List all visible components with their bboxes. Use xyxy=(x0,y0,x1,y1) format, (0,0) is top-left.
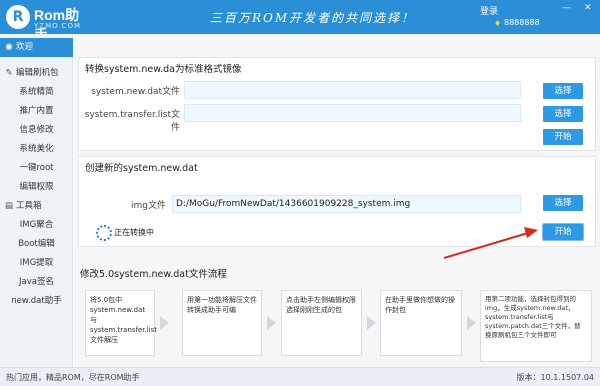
sidebar-item-info-edit[interactable]: 信息修改 xyxy=(0,121,73,140)
select-transfer-list-button[interactable]: 选择 xyxy=(543,106,583,122)
sidebar-group-edit-package[interactable]: ✎ 编辑刷机包 xyxy=(0,64,73,83)
sidebar-group-toolbox[interactable]: ▤ 工具箱 xyxy=(0,197,73,216)
footer-tagline: 热门应用，精品ROM，尽在ROM助手 xyxy=(6,373,140,382)
logo-badge: R xyxy=(6,5,30,29)
transfer-list-input[interactable] xyxy=(184,104,521,122)
convert-start-button[interactable]: 开始 xyxy=(543,129,583,145)
flow-step-1: 将5.0包中system.new.dat与system.transfer.lis… xyxy=(85,290,157,356)
sidebar-item-label: 欢迎 xyxy=(16,42,34,52)
flow-step-3: 点击助手左侧编辑权限选择刚刚生成的包 xyxy=(281,290,362,356)
img-file-label: img文件 xyxy=(131,201,166,211)
flow-title: 修改5.0system.new.dat文件流程 xyxy=(80,269,227,280)
sidebar-item-system-slim[interactable]: 系统精简 xyxy=(0,83,73,102)
flow-step-2: 用第一功能将解压文件转换成助手可编 xyxy=(182,290,262,356)
sidebar-item-welcome[interactable]: ◉ 欢迎 xyxy=(0,38,73,57)
user-id: 8888888 xyxy=(504,18,540,27)
logo-url: YZMO.COM xyxy=(34,22,81,30)
create-panel-title: 创建新的system.new.dat xyxy=(85,163,198,174)
sidebar-item-one-click-root[interactable]: 一键root xyxy=(0,159,73,178)
transfer-list-label: system.transfer.list文件 xyxy=(84,110,180,133)
sidebar-group-label: 编辑刷机包 xyxy=(16,68,59,78)
img-file-input[interactable]: D:/MoGu/FromNewDat/1436601909228_system.… xyxy=(172,195,521,213)
sidebar-item-system-beautify[interactable]: 系统美化 xyxy=(0,140,73,159)
sidebar-item-newdat-helper[interactable]: new.dat助手 xyxy=(0,292,73,311)
vip-icon: ♦ xyxy=(494,19,502,28)
select-img-button[interactable]: 选择 xyxy=(543,195,583,211)
version-label: 版本：10.1.1507.04 xyxy=(516,373,594,382)
sidebar-item-boot-edit[interactable]: Boot编辑 xyxy=(0,235,73,254)
flow-arrow-icon xyxy=(367,316,376,330)
window-controls: — ✕ xyxy=(560,3,598,15)
flow-arrow-icon xyxy=(160,316,169,330)
select-newdat-button[interactable]: 选择 xyxy=(543,83,583,99)
flow-step-5: 用第二项功能，选择封包得到的img，生成system.new.dat，syste… xyxy=(480,290,592,362)
flow-arrow-icon xyxy=(467,316,476,330)
sidebar-group-label: 工具箱 xyxy=(16,201,42,211)
converting-text: 正在转换中 xyxy=(114,228,154,237)
pen-icon: ✎ xyxy=(5,68,13,78)
converting-status: 正在转换中 xyxy=(96,225,166,241)
title-bar: R Rom助手 YZMO.COM 三百万ROM开发者的共同选择！ 登录 ♦ 88… xyxy=(0,0,600,43)
close-icon[interactable]: ✕ xyxy=(584,3,592,13)
sidebar-item-img-extract[interactable]: IMG提取 xyxy=(0,254,73,273)
sidebar-item-edit-permissions[interactable]: 编辑权限 xyxy=(0,178,73,197)
loading-spinner-icon xyxy=(96,225,112,241)
login-link[interactable]: 登录 xyxy=(480,4,498,17)
flow-step-4: 在助手里做你想做的操作封包 xyxy=(380,290,462,356)
newdat-file-input[interactable] xyxy=(184,81,521,99)
minimize-icon[interactable]: — xyxy=(562,3,571,13)
globe-icon: ◉ xyxy=(5,42,13,52)
sidebar-item-java-sign[interactable]: Java签名 xyxy=(0,273,73,292)
sidebar: ◉ 欢迎 ✎ 编辑刷机包 系统精简 推广内置 信息修改 系统美化 一键root 编辑… xyxy=(0,34,73,367)
flow-arrow-icon xyxy=(267,316,276,330)
status-bar: 热门应用，精品ROM，尽在ROM助手 版本：10.1.1507.04 xyxy=(0,367,600,386)
app-logo: R Rom助手 YZMO.COM xyxy=(6,5,91,43)
sidebar-item-promo-builtin[interactable]: 推广内置 xyxy=(0,102,73,121)
sidebar-item-img-merge[interactable]: IMG聚合 xyxy=(0,216,73,235)
slogan: 三百万ROM开发者的共同选择！ xyxy=(210,11,416,25)
newdat-file-label: system.new.dat文件 xyxy=(91,87,180,97)
user-area[interactable]: 登录 ♦ 8888888 xyxy=(478,4,558,30)
toolbox-icon: ▤ xyxy=(4,201,14,211)
convert-panel-title: 转换system.new.da为标准格式镜像 xyxy=(85,64,242,75)
create-start-button[interactable]: 开始 xyxy=(542,223,584,241)
